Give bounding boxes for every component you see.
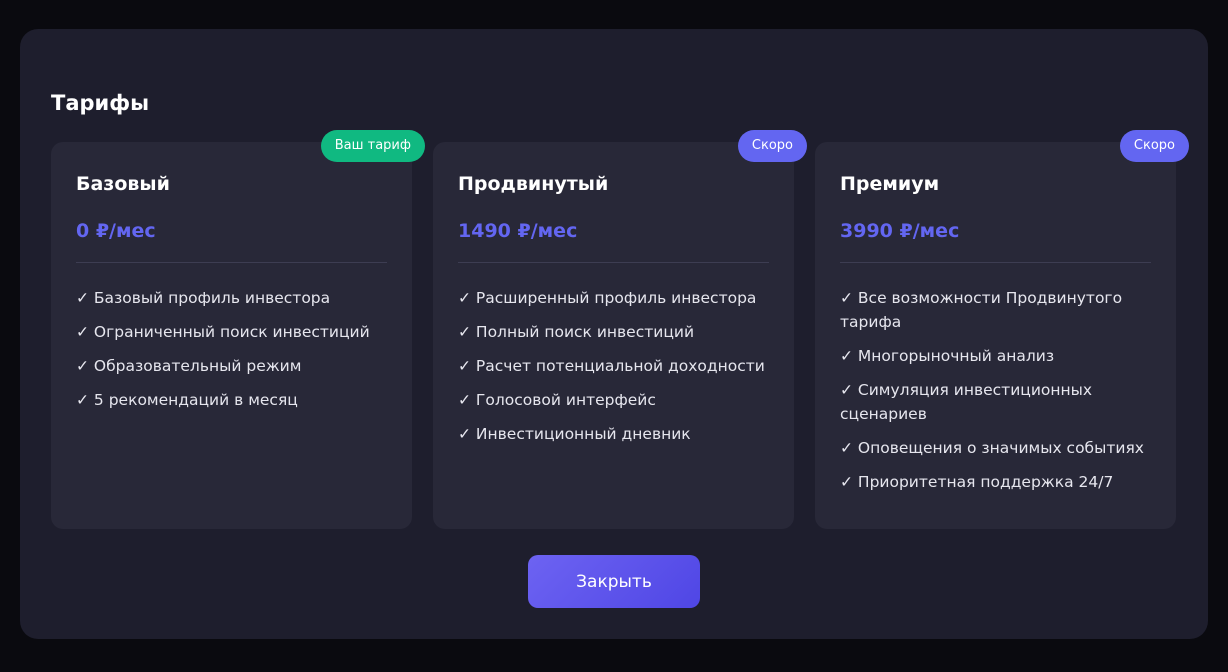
tariffs-modal: Тарифы Ваш тариф Базовый 0 ₽/мес ✓ Базов… — [20, 29, 1208, 639]
feature-item: ✓ Все возможности Продвинутого тарифа — [840, 289, 1123, 331]
feature-item: ✓ Расчет потенциальной доходности — [458, 357, 765, 375]
plan-card-basic: Ваш тариф Базовый 0 ₽/мес ✓ Базовый проф… — [51, 130, 425, 529]
feature-list: ✓ Все возможности Продвинутого тарифа ✓ … — [840, 286, 1156, 504]
feature-list: ✓ Базовый профиль инвестора ✓ Ограниченн… — [76, 286, 392, 422]
divider — [76, 262, 387, 263]
plan-card-advanced: Скоро Продвинутый 1490 ₽/мес ✓ Расширенн… — [433, 130, 807, 529]
plan-price: 3990 ₽/мес — [840, 220, 960, 242]
close-button[interactable]: Закрыть — [528, 555, 700, 608]
divider — [840, 262, 1151, 263]
feature-item: ✓ Полный поиск инвестиций — [458, 323, 695, 341]
plan-name: Базовый — [76, 173, 170, 195]
feature-item: ✓ Приоритетная поддержка 24/7 — [840, 473, 1114, 491]
feature-item: ✓ Многорыночный анализ — [840, 347, 1055, 365]
feature-item: ✓ Оповещения о значимых событиях — [840, 439, 1144, 457]
feature-item: ✓ Образовательный режим — [76, 357, 302, 375]
plan-name: Премиум — [840, 173, 940, 195]
feature-item: ✓ Базовый профиль инвестора — [76, 289, 331, 307]
plan-price: 0 ₽/мес — [76, 220, 156, 242]
current-plan-badge: Ваш тариф — [320, 130, 425, 162]
plan-price: 1490 ₽/мес — [458, 220, 578, 242]
feature-item: ✓ Симуляция инвестиционных сценариев — [840, 381, 1093, 423]
plan-name: Продвинутый — [458, 173, 609, 195]
feature-list: ✓ Расширенный профиль инвестора ✓ Полный… — [458, 286, 774, 456]
feature-item: ✓ Инвестиционный дневник — [458, 425, 691, 443]
feature-item: ✓ 5 рекомендаций в месяц — [76, 391, 298, 409]
plan-card-premium: Скоро Премиум 3990 ₽/мес ✓ Все возможнос… — [815, 130, 1189, 529]
feature-item: ✓ Расширенный профиль инвестора — [458, 289, 757, 307]
coming-soon-badge: Скоро — [737, 130, 807, 162]
coming-soon-badge: Скоро — [1119, 130, 1189, 162]
divider — [458, 262, 769, 263]
feature-item: ✓ Голосовой интерфейс — [458, 391, 656, 409]
feature-item: ✓ Ограниченный поиск инвестиций — [76, 323, 370, 341]
modal-title: Тарифы — [51, 91, 150, 115]
